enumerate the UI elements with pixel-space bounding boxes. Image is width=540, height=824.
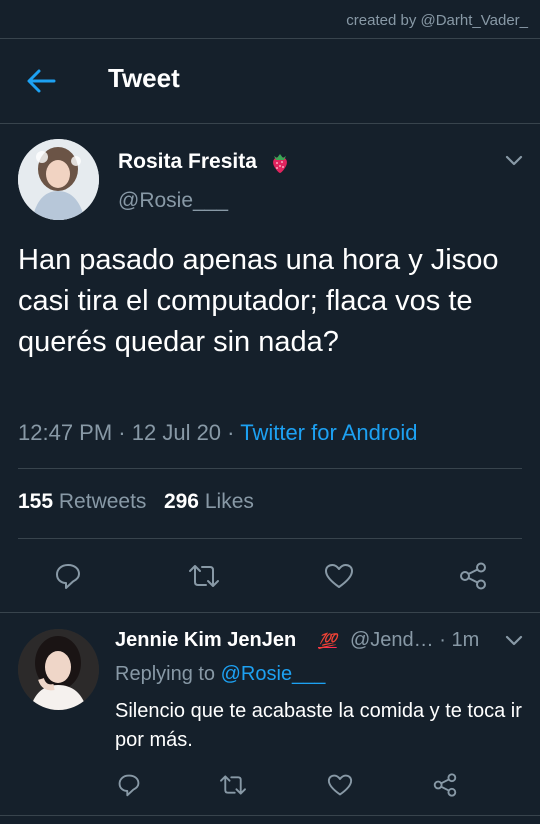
like-icon[interactable] — [327, 773, 353, 797]
reply-handle-time[interactable]: @Jend… · 1m — [350, 629, 479, 652]
replying-to: Replying to @Rosie___ — [115, 663, 325, 686]
retweets-count: 155 — [18, 490, 54, 513]
divider — [18, 468, 522, 469]
reply-icon[interactable] — [54, 562, 82, 590]
chevron-down-icon[interactable] — [504, 634, 524, 648]
retweets-label: Retweets — [58, 490, 147, 513]
author-name[interactable]: Rosita Fresita — [118, 150, 257, 174]
divider — [18, 538, 522, 539]
tweet-date: 12 Jul 20 — [131, 420, 222, 445]
tweet-text: Han pasado apenas una hora y Jisoo casi … — [18, 244, 499, 358]
back-arrow-icon[interactable] — [26, 67, 56, 95]
reply-icon[interactable] — [117, 773, 141, 797]
hundred-points-icon: 💯 — [318, 633, 337, 650]
tweet-metadata: 12:47 PM · 12 Jul 20 · Twitter for Andro… — [18, 420, 418, 446]
reply-text: Silencio que te acabaste la comida y te … — [115, 700, 522, 751]
share-icon[interactable] — [432, 773, 458, 797]
tweet-source-link[interactable]: Twitter for Android — [240, 420, 417, 445]
share-icon[interactable] — [458, 562, 488, 590]
retweets-stat[interactable]: 155 Retweets — [18, 490, 152, 513]
engagement-stats: 155 Retweets 296 Likes — [18, 490, 254, 514]
author-avatar[interactable] — [18, 139, 99, 220]
page-title: Tweet — [108, 63, 180, 93]
divider — [0, 815, 540, 816]
reply-author-avatar[interactable] — [18, 629, 99, 710]
creator-credit: created by @Darht_Vader_ — [346, 12, 528, 29]
strawberry-icon — [273, 154, 287, 173]
replying-to-prefix: Replying to — [115, 663, 216, 685]
meta-separator: · — [118, 420, 126, 445]
divider — [0, 612, 540, 613]
likes-stat[interactable]: 296 Likes — [164, 490, 254, 513]
tweet-time: 12:47 PM — [18, 420, 113, 445]
author-handle[interactable]: @Rosie___ — [118, 189, 228, 213]
top-bar: Tweet — [0, 38, 540, 124]
likes-count: 296 — [163, 490, 199, 513]
meta-separator: · — [227, 420, 235, 445]
chevron-down-icon[interactable] — [504, 154, 524, 168]
retweet-icon[interactable] — [219, 773, 247, 797]
reply-author-name[interactable]: Jennie Kim JenJen — [115, 629, 296, 652]
retweet-icon[interactable] — [188, 562, 220, 590]
likes-label: Likes — [204, 490, 254, 513]
like-icon[interactable] — [324, 562, 354, 590]
replying-to-mention[interactable]: @Rosie___ — [221, 663, 326, 685]
